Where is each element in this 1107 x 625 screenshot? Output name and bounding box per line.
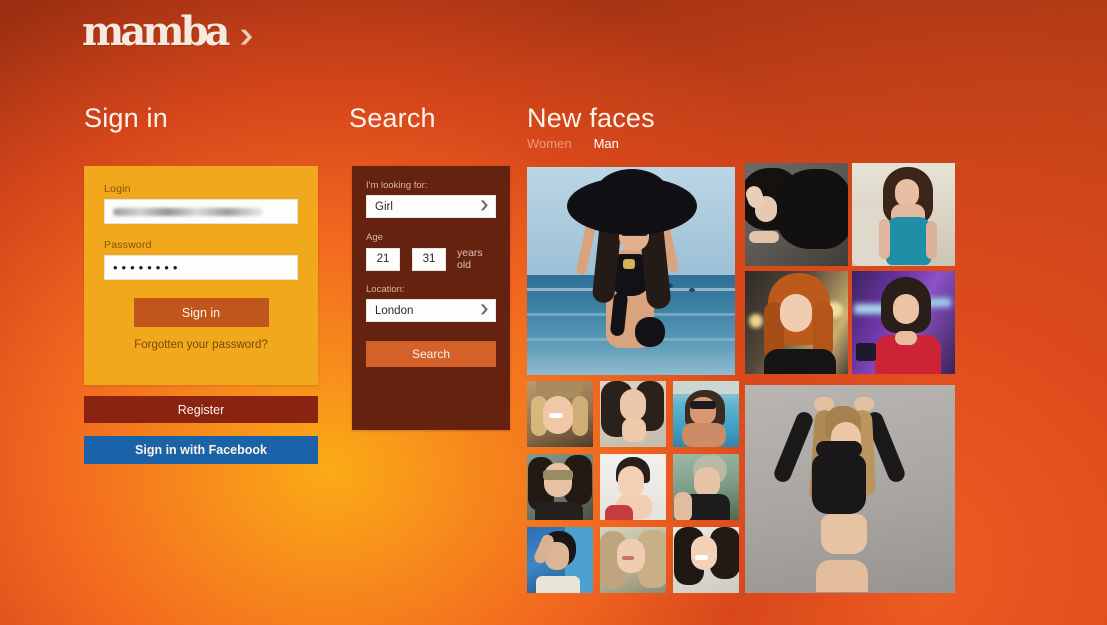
brand-logo[interactable]: mamba ❯ — [82, 8, 256, 55]
facebook-signin-button[interactable]: Sign in with Facebook — [84, 436, 318, 464]
signin-heading: Sign in — [84, 103, 168, 133]
location-value: London — [375, 304, 414, 317]
search-panel: I'm looking for: Girl ❯ Age 21 31 years … — [352, 166, 510, 430]
password-value: •••••••• — [113, 260, 182, 275]
photo-tile-purple-light[interactable] — [852, 271, 955, 374]
register-button[interactable]: Register — [84, 396, 318, 423]
age-range-row: 21 31 years old — [366, 247, 496, 271]
age-unit-label: years old — [457, 247, 483, 271]
login-value-blurred — [113, 207, 263, 216]
looking-for-select[interactable]: Girl ❯ — [366, 195, 496, 218]
photo-tile-lace-dress[interactable] — [745, 163, 848, 266]
signin-panel: Login Password •••••••• Sign in Forgotte… — [84, 166, 318, 385]
age-from-input[interactable]: 21 — [366, 247, 401, 271]
search-button[interactable]: Search — [366, 341, 496, 367]
photo-tile-large-beach[interactable] — [527, 167, 735, 375]
forgot-password-link[interactable]: Forgotten your password? — [104, 339, 298, 351]
photo-tile-dark-hair-smile[interactable] — [673, 527, 739, 593]
photo-tile-updo-portrait[interactable] — [600, 454, 666, 520]
photo-tile-pool-sunglasses[interactable] — [673, 381, 739, 447]
location-label: Location: — [366, 284, 405, 295]
logo-wordmark: mamba — [82, 8, 230, 55]
photo-tile-large-crop-top[interactable] — [745, 385, 955, 593]
tab-man[interactable]: Man — [594, 136, 619, 151]
chevron-down-icon: ❯ — [478, 200, 490, 211]
photo-tile-hand-to-chin[interactable] — [600, 381, 666, 447]
photo-tile-teal-top[interactable] — [852, 163, 955, 266]
password-input[interactable]: •••••••• — [104, 255, 298, 280]
photo-tile-beach-blonde[interactable] — [673, 454, 739, 520]
chevron-down-icon[interactable]: ❯ — [238, 29, 256, 44]
new-faces-tabs: Women Man — [527, 136, 619, 151]
age-to-input[interactable]: 31 — [411, 247, 446, 271]
app-root: mamba ❯ Sign in Search New faces Women M… — [0, 0, 1107, 625]
sign-in-button[interactable]: Sign in — [133, 298, 269, 327]
search-heading: Search — [349, 103, 436, 133]
photo-tile-aviator-shades[interactable] — [527, 454, 593, 520]
looking-for-value: Girl — [375, 200, 393, 213]
chevron-down-icon: ❯ — [478, 304, 490, 315]
photo-tile-redhead[interactable] — [745, 271, 848, 374]
new-faces-heading: New faces — [527, 103, 655, 133]
photo-tile-blue-backdrop[interactable] — [527, 527, 593, 593]
location-select[interactable]: London ❯ — [366, 299, 496, 322]
login-label: Login — [104, 183, 131, 195]
looking-for-label: I'm looking for: — [366, 180, 428, 191]
tab-women[interactable]: Women — [527, 136, 572, 151]
login-input[interactable] — [104, 199, 298, 224]
age-label: Age — [366, 232, 383, 243]
photo-tile-blonde-closeup[interactable] — [600, 527, 666, 593]
photo-tile-beanie-smile[interactable] — [527, 381, 593, 447]
password-label: Password — [104, 239, 152, 251]
